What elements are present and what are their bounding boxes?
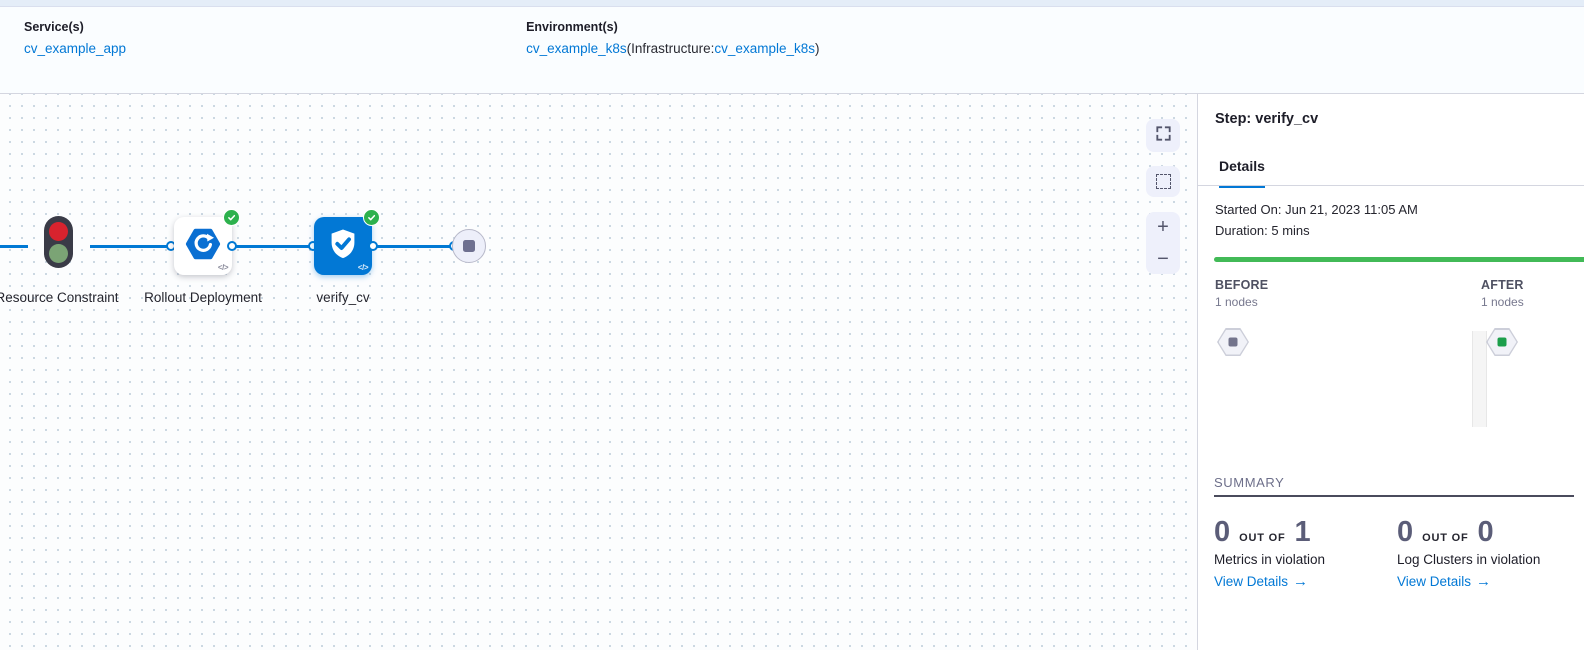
fullscreen-icon xyxy=(1155,125,1172,147)
rollout-deployment-label: Rollout Deployment xyxy=(138,287,268,308)
fullscreen-button[interactable] xyxy=(1146,119,1180,152)
services-label: Service(s) xyxy=(24,20,126,34)
step-details-panel: Step: verify_cv Details Started On: Jun … xyxy=(1197,94,1584,650)
environment-value: cv_example_k8s(Infrastructure:cv_example… xyxy=(526,41,819,56)
before-list-scrollbar[interactable] xyxy=(1472,331,1487,427)
infrastructure-suffix: ) xyxy=(815,41,820,56)
after-node-status-dot xyxy=(1498,338,1507,347)
zoom-controls: + − xyxy=(1146,212,1180,274)
arrow-right-icon: → xyxy=(1293,573,1308,590)
verification-progress-bar xyxy=(1214,257,1584,262)
before-count: 1 nodes xyxy=(1215,295,1258,309)
rollout-icon xyxy=(184,225,222,268)
duration-text: Duration: 5 mins xyxy=(1215,223,1310,238)
code-template-icon: </> xyxy=(358,263,368,272)
environments-block: Environment(s) cv_example_k8s(Infrastruc… xyxy=(526,20,819,56)
resource-constraint-node[interactable] xyxy=(44,216,73,268)
top-accent-strip xyxy=(0,0,1584,7)
metrics-summary: 0 OUT OF 1 Metrics in violation View Det… xyxy=(1214,516,1394,590)
logs-violation-count: 0 xyxy=(1397,516,1413,548)
edge-2 xyxy=(236,245,312,248)
logs-counts: 0 OUT OF 0 xyxy=(1397,516,1577,548)
summary-label: SUMMARY xyxy=(1214,475,1284,490)
environment-link[interactable]: cv_example_k8s xyxy=(526,41,627,56)
success-check-badge xyxy=(363,209,380,226)
before-node-status-dot xyxy=(1229,338,1238,347)
traffic-light-red-icon xyxy=(49,222,68,241)
logs-caption: Log Clusters in violation xyxy=(1397,552,1577,567)
zoom-out-button[interactable]: − xyxy=(1146,248,1180,270)
logs-total-count: 0 xyxy=(1478,516,1494,548)
main-area: Resource Constraint </> Rollout Deployme… xyxy=(0,94,1584,650)
edge-1 xyxy=(90,245,170,248)
after-node-hexagon[interactable] xyxy=(1486,328,1518,356)
tabs-divider xyxy=(1198,185,1584,186)
after-count: 1 nodes xyxy=(1481,295,1524,309)
view-details-text: View Details xyxy=(1397,574,1471,589)
tab-details[interactable]: Details xyxy=(1219,158,1265,188)
metrics-caption: Metrics in violation xyxy=(1214,552,1394,567)
metrics-counts: 0 OUT OF 1 xyxy=(1214,516,1394,548)
out-of-label: OUT OF xyxy=(1422,532,1468,544)
metrics-view-details-link[interactable]: View Details → xyxy=(1214,573,1394,590)
marquee-select-icon xyxy=(1156,174,1171,189)
stage-end-node[interactable] xyxy=(452,229,486,263)
success-check-badge xyxy=(223,209,240,226)
verify-cv-label: verify_cv xyxy=(278,287,408,308)
execution-header: Service(s) cv_example_app Environment(s)… xyxy=(0,7,1584,94)
traffic-light-green-icon xyxy=(49,244,68,263)
infrastructure-link[interactable]: cv_example_k8s xyxy=(714,41,815,56)
verify-cv-node[interactable]: </> xyxy=(314,217,372,275)
zoom-in-button[interactable]: + xyxy=(1146,216,1180,238)
started-on-text: Started On: Jun 21, 2023 11:05 AM xyxy=(1215,202,1418,217)
out-of-label: OUT OF xyxy=(1239,532,1285,544)
after-label: AFTER xyxy=(1481,278,1524,292)
before-label: BEFORE xyxy=(1215,278,1268,292)
metrics-total-count: 1 xyxy=(1295,516,1311,548)
logs-view-details-link[interactable]: View Details → xyxy=(1397,573,1577,590)
rollout-deployment-node[interactable]: </> xyxy=(174,217,232,275)
logs-summary: 0 OUT OF 0 Log Clusters in violation Vie… xyxy=(1397,516,1577,590)
edge-incoming xyxy=(0,245,28,248)
shield-check-icon xyxy=(325,226,361,267)
code-template-icon: </> xyxy=(218,263,228,272)
stop-icon xyxy=(463,240,475,252)
pipeline-canvas[interactable]: Resource Constraint </> Rollout Deployme… xyxy=(0,94,1197,650)
selection-mode-button[interactable] xyxy=(1146,166,1180,197)
summary-divider xyxy=(1214,495,1574,497)
view-details-text: View Details xyxy=(1214,574,1288,589)
arrow-right-icon: → xyxy=(1476,573,1491,590)
panel-title: Step: verify_cv xyxy=(1215,111,1318,127)
resource-constraint-label: Resource Constraint xyxy=(0,287,122,308)
environments-label: Environment(s) xyxy=(526,20,819,34)
services-block: Service(s) cv_example_app xyxy=(24,20,126,56)
service-link[interactable]: cv_example_app xyxy=(24,41,126,56)
before-node-hexagon[interactable] xyxy=(1217,328,1249,356)
infrastructure-prefix: (Infrastructure: xyxy=(627,41,715,56)
metrics-violation-count: 0 xyxy=(1214,516,1230,548)
edge-3 xyxy=(377,245,453,248)
